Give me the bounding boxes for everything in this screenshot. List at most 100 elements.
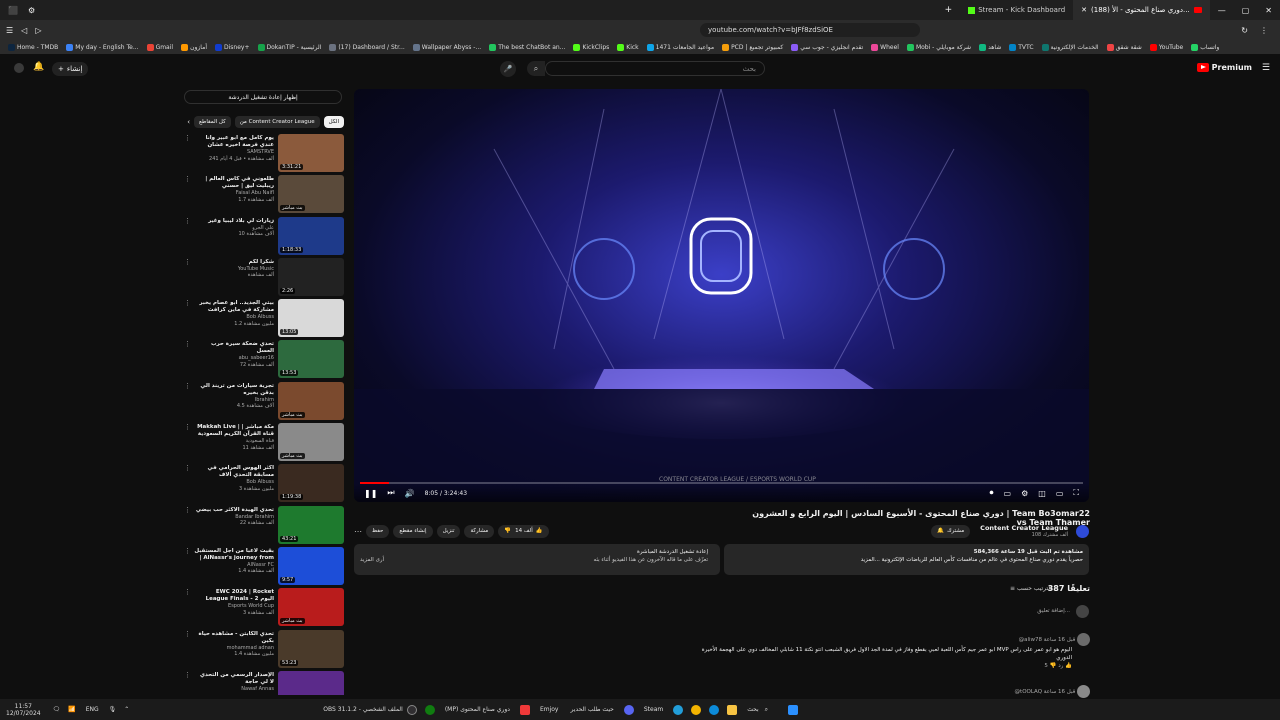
autoplay-toggle-icon[interactable]: ⏺: [990, 488, 994, 498]
more-options-icon[interactable]: ⋮: [184, 547, 191, 588]
chrome-icon[interactable]: [691, 704, 702, 715]
settings-icon[interactable]: ⚙: [1021, 489, 1028, 498]
video-thumbnail[interactable]: بث مباشر: [278, 423, 344, 462]
clock[interactable]: 11:57 12/07/2024: [6, 703, 41, 717]
bookmark-item[interactable]: شاهد: [979, 43, 1001, 51]
recommendation-title[interactable]: تحدي الكابتن - مشاهده حياة بكين: [194, 631, 275, 645]
video-player[interactable]: CONTENT CREATOR LEAGUE / ESPORTS WORLD C…: [354, 89, 1089, 502]
like-dislike-button[interactable]: 👎 14 ألف 👍: [498, 524, 549, 538]
windows-start-icon[interactable]: [788, 704, 799, 715]
browser-menu-icon[interactable]: ⬛: [8, 6, 18, 15]
download-button[interactable]: تنزيل: [436, 524, 461, 538]
recommendation-item[interactable]: 3:31:21 يوم كامل مع ابو عبير وانا عندي ف…: [184, 134, 344, 175]
video-thumbnail[interactable]: 9:57: [278, 546, 344, 585]
subtitles-icon[interactable]: ▭: [1004, 489, 1012, 498]
recommendation-title[interactable]: بيتي الجديد.. أبو عصام يخبر مشاركة في ما…: [194, 300, 274, 314]
video-thumbnail[interactable]: [278, 670, 344, 695]
next-icon[interactable]: ⏭: [387, 488, 394, 498]
more-options-icon[interactable]: ⋮: [184, 340, 191, 381]
video-thumbnail[interactable]: 1:18:33: [278, 216, 344, 255]
video-thumbnail[interactable]: 43:21: [278, 505, 344, 544]
share-button[interactable]: مشاركة: [464, 524, 495, 538]
recommendation-item[interactable]: بث مباشر EWC 2024 | Rocket League Finals…: [184, 588, 344, 629]
bookmark-item[interactable]: Wheel: [871, 43, 899, 51]
bookmark-item[interactable]: Gmail: [146, 43, 173, 51]
recommendation-title[interactable]: تحدي ضحكة سيرة حرب العسل: [194, 341, 274, 355]
fullscreen-icon[interactable]: ⛶: [1073, 488, 1079, 498]
video-thumbnail[interactable]: 2:26: [278, 257, 344, 296]
chip-channel[interactable]: من Content Creator League: [234, 116, 320, 128]
save-button[interactable]: حفظ: [366, 524, 390, 538]
search-icon[interactable]: ⌕: [527, 61, 545, 76]
dislike-icon[interactable]: 👎: [1050, 663, 1057, 669]
new-tab-icon[interactable]: +: [945, 5, 953, 15]
bookmark-item[interactable]: الخدمات الإلكترونية: [1041, 43, 1099, 51]
recommendation-item[interactable]: 13:05 بيتي الجديد.. أبو عصام يخبر مشاركة…: [184, 299, 344, 340]
bookmark-item[interactable]: DokanTIP - الرئيسية: [257, 43, 321, 51]
more-options-icon[interactable]: ⋮: [184, 134, 191, 175]
theater-mode-icon[interactable]: ▭: [1056, 489, 1064, 498]
bookmark-item[interactable]: Kick: [617, 43, 639, 51]
bookmark-item[interactable]: TVTC: [1009, 43, 1034, 51]
guide-menu-icon[interactable]: ☰: [1262, 63, 1270, 73]
more-options-icon[interactable]: ⋮: [184, 630, 191, 671]
close-icon[interactable]: ✕: [1081, 6, 1087, 14]
xbox-icon[interactable]: [424, 704, 435, 715]
chip-all[interactable]: الكل: [323, 116, 344, 128]
live-chat-replay-panel[interactable]: إعادة تشغيل الدردشة المباشرة أرى المزيد …: [354, 544, 720, 575]
recommendation-title[interactable]: EWC 2024 | Rocket League Finals - اليوم …: [194, 589, 274, 603]
browser-taskbar-item[interactable]: (MP) دوري صناع المحتوى: [445, 706, 510, 713]
volume-icon[interactable]: 🔊: [405, 489, 415, 498]
recommendation-title[interactable]: طلعوني في كاس العالم | ريبليت ليق | حسني: [194, 176, 274, 190]
microphone-icon[interactable]: 🎙: [109, 706, 117, 713]
search-icon[interactable]: ⌕: [765, 706, 768, 714]
recommendation-title[interactable]: بقيت لاعبا من أجل المستقبل | AlNassr's j…: [194, 548, 274, 562]
tab-kick-dashboard[interactable]: Stream - Kick Dashboard: [960, 0, 1073, 20]
video-thumbnail[interactable]: 53:23: [278, 629, 344, 668]
recommendation-item[interactable]: 2:26 شكرا لكم YouTube Music ألف مشاهدة ⋮: [184, 257, 344, 299]
bookmark-item[interactable]: PCD | كمبيوتر تجميع: [722, 43, 783, 51]
notification-center-icon[interactable]: 🗨: [53, 706, 61, 713]
more-options-icon[interactable]: ⋮: [184, 588, 191, 629]
comment-avatar[interactable]: [1077, 633, 1090, 646]
miniplayer-icon[interactable]: ◫: [1038, 489, 1046, 498]
recommendation-title[interactable]: تجربة سيارات من تريند الي بدقن بخيره: [194, 383, 274, 397]
bookmark-item[interactable]: واتساب: [1191, 43, 1219, 51]
file-explorer-icon[interactable]: [727, 704, 738, 715]
subscribe-button[interactable]: 🔔 مشترك: [931, 524, 971, 538]
more-options-icon[interactable]: ⋮: [184, 464, 191, 505]
bookmark-item[interactable]: Disney+: [215, 43, 250, 51]
comment-author[interactable]: @tOOLAQ قبل 16 ساعة: [1015, 689, 1076, 695]
telegram-icon[interactable]: [673, 704, 684, 715]
steam-taskbar-item[interactable]: Steam: [644, 706, 663, 713]
reply-button[interactable]: رد: [1058, 663, 1063, 669]
show-chat-replay-button[interactable]: إظهار إعادة تشغيل الدردشة: [184, 90, 342, 104]
bookmark-item[interactable]: تقدم انجليزي - جوب سي: [791, 43, 863, 51]
recommendation-title[interactable]: شكرا لكم: [194, 259, 274, 266]
reload-icon[interactable]: ↻: [1241, 26, 1248, 35]
video-thumbnail[interactable]: 13:05: [278, 299, 344, 338]
pause-icon[interactable]: ❚❚: [364, 489, 377, 498]
more-actions-icon[interactable]: ⋯: [354, 527, 362, 536]
recommendation-item[interactable]: 1:19:38 أكثر الهوس الحرامي في مسابقة الت…: [184, 464, 344, 505]
more-options-icon[interactable]: ⋮: [184, 217, 191, 258]
more-options-icon[interactable]: ⋮: [184, 175, 191, 216]
recommendation-item[interactable]: 43:21 تحدي الهيدة الأكثر حب بيضي Bandar …: [184, 505, 344, 547]
window-close-icon[interactable]: ✕: [1265, 6, 1272, 15]
search-input[interactable]: بحث: [545, 61, 765, 76]
recommendation-title[interactable]: أكثر الهوس الحرامي في مسابقة التحدي ألاف: [194, 465, 274, 479]
video-thumbnail[interactable]: 1:19:38: [278, 464, 344, 503]
video-thumbnail[interactable]: بث مباشر: [278, 588, 344, 627]
recommendation-item[interactable]: 53:23 تحدي الكابتن - مشاهده حياة بكين mo…: [184, 629, 344, 671]
more-options-icon[interactable]: ⋮: [184, 506, 191, 547]
see-more-button[interactable]: أرى المزيد: [360, 556, 384, 564]
notifications-icon[interactable]: 🔔: [33, 62, 44, 72]
video-thumbnail[interactable]: 13:53: [278, 340, 344, 379]
recommendation-title[interactable]: زيارات لي بلاد ليبيا وغير: [194, 218, 274, 225]
recommendation-item[interactable]: 9:57 بقيت لاعبا من أجل المستقبل | AlNass…: [184, 546, 344, 588]
clip-button[interactable]: إنشاء مقطع: [393, 524, 433, 538]
recommendation-item[interactable]: 13:53 تحدي ضحكة سيرة حرب العسل abu_sabee…: [184, 340, 344, 381]
back-icon[interactable]: ◁: [21, 26, 27, 35]
like-icon[interactable]: 👍: [1065, 663, 1072, 669]
add-comment-input[interactable]: إضافة تعليق...: [1037, 608, 1070, 614]
